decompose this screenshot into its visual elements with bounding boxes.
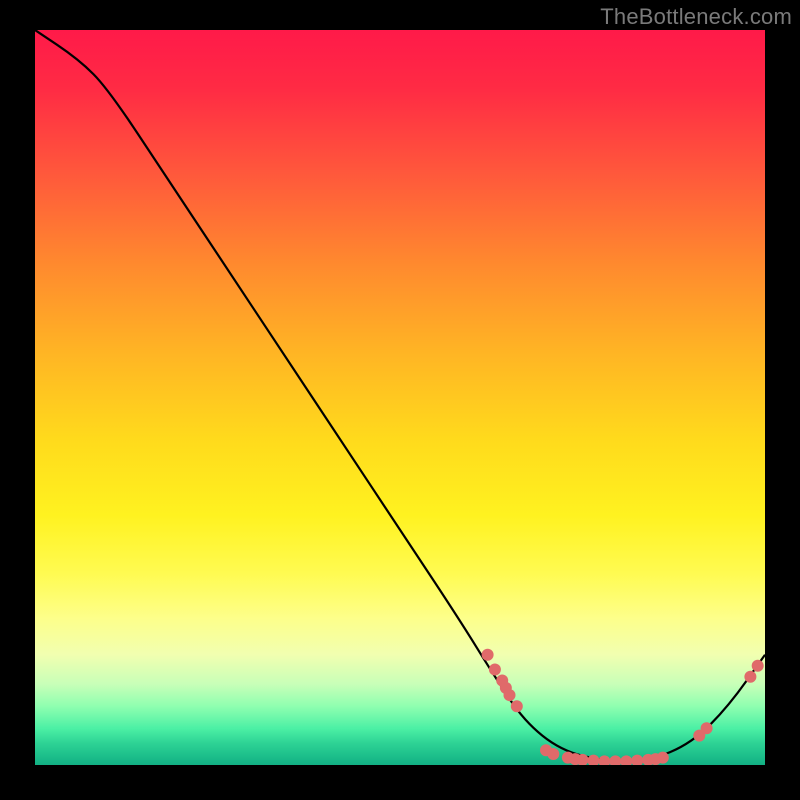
watermark-text: TheBottleneck.com bbox=[600, 4, 792, 30]
data-marker bbox=[752, 660, 764, 672]
data-markers bbox=[482, 649, 764, 765]
data-marker bbox=[701, 722, 713, 734]
chart-frame: TheBottleneck.com bbox=[0, 0, 800, 800]
data-marker bbox=[547, 748, 559, 760]
bottleneck-curve bbox=[35, 30, 765, 761]
data-marker bbox=[587, 755, 599, 765]
data-marker bbox=[657, 752, 669, 764]
data-marker bbox=[511, 700, 523, 712]
plot-svg bbox=[35, 30, 765, 765]
data-marker bbox=[631, 755, 643, 765]
data-marker bbox=[598, 755, 610, 765]
data-marker bbox=[609, 755, 621, 765]
data-marker bbox=[489, 663, 501, 675]
data-marker bbox=[482, 649, 494, 661]
data-marker bbox=[744, 671, 756, 683]
data-marker bbox=[504, 689, 516, 701]
data-marker bbox=[620, 755, 632, 765]
